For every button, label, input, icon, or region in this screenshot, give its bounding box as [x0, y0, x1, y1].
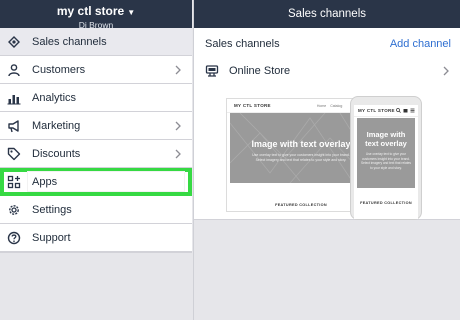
mobile-hero-title: Image with text overlay	[365, 130, 407, 148]
sidebar-item-support[interactable]: Support	[0, 224, 192, 252]
desktop-preview-link: Home	[316, 103, 327, 108]
sidebar-item-discounts[interactable]: Discounts	[0, 140, 192, 168]
megaphone-icon	[7, 119, 21, 133]
mobile-preview-brand: MY CTL STORE	[358, 108, 395, 113]
sidebar-item-label: Marketing	[32, 119, 81, 132]
chevron-right-icon	[442, 65, 450, 77]
sidebar-nav: Sales channels Customers Analytics Marke…	[0, 28, 192, 252]
menu-icon	[410, 108, 415, 113]
store-switcher[interactable]: my ctl store ▼ Dj Brown	[0, 0, 192, 30]
section-title: Sales channels	[205, 38, 280, 50]
desktop-preview-link: Catalog	[330, 103, 343, 108]
search-icon	[396, 108, 401, 113]
question-circle-icon	[7, 231, 21, 245]
sidebar: my ctl store ▼ Dj Brown Sales channels Cu…	[0, 0, 192, 320]
person-icon	[7, 63, 21, 77]
caret-down-icon: ▼	[127, 8, 136, 17]
bar-chart-icon	[7, 91, 21, 105]
app-window: my ctl store ▼ Dj Brown Sales channels Cu…	[0, 0, 460, 320]
sidebar-item-analytics[interactable]: Analytics	[0, 84, 192, 112]
cart-icon	[403, 109, 408, 113]
sidebar-empty-area	[0, 252, 192, 320]
tag-icon	[7, 147, 21, 161]
sidebar-item-apps[interactable]: Apps	[0, 168, 192, 196]
chevron-right-icon	[174, 64, 182, 76]
add-channel-link[interactable]: Add channel	[390, 38, 451, 50]
sidebar-item-label: Customers	[32, 63, 86, 76]
sidebar-item-label: Settings	[32, 203, 72, 216]
store-name: my ctl store	[56, 4, 125, 18]
apps-grid-icon	[7, 175, 21, 189]
sales-channels-card: Sales channels Add channel Online Store …	[194, 28, 460, 220]
mobile-featured-label: FEATURED COLLECTION	[360, 201, 412, 205]
mobile-preview-screen: MY CTL STORE Image with text overlay Use…	[354, 105, 418, 219]
sidebar-item-customers[interactable]: Customers	[0, 56, 192, 84]
desktop-hero-body: Use overlay text to give your customers …	[252, 153, 350, 162]
desktop-preview-brand: MY CTL STORE	[234, 103, 271, 108]
mobile-preview-header: MY CTL STORE	[354, 105, 418, 117]
sidebar-item-label: Analytics	[32, 91, 77, 104]
sidebar-item-label: Discounts	[32, 147, 81, 160]
sidebar-item-label: Apps	[32, 175, 58, 188]
mobile-header-icons	[396, 108, 415, 113]
online-store-icon	[205, 64, 219, 78]
sidebar-item-label: Support	[32, 231, 71, 244]
sidebar-item-label: Sales channels	[32, 35, 107, 48]
chevron-right-icon	[174, 120, 182, 132]
sidebar-item-sales-channels[interactable]: Sales channels	[0, 28, 192, 56]
mobile-hero-body: Use overlay text to give your customers …	[361, 152, 411, 170]
sidebar-item-marketing[interactable]: Marketing	[0, 112, 192, 140]
page-title: Sales channels	[194, 0, 460, 28]
channel-row-online-store[interactable]: Online Store	[194, 60, 460, 82]
mobile-preview: MY CTL STORE Image with text overlay Use…	[350, 96, 422, 220]
desktop-preview-links: Home Catalog	[317, 104, 346, 108]
storefront-icon	[7, 35, 21, 49]
sidebar-item-settings[interactable]: Settings	[0, 196, 192, 224]
gear-icon	[7, 203, 21, 217]
channel-label: Online Store	[229, 65, 291, 77]
main-pane: Sales channels Sales channels Add channe…	[193, 0, 460, 320]
mobile-hero-image: Image with text overlay Use overlay text…	[357, 118, 415, 188]
chevron-right-icon	[174, 148, 182, 160]
theme-preview[interactable]: MY CTL STORE Home Catalog Image with tex…	[226, 96, 427, 220]
